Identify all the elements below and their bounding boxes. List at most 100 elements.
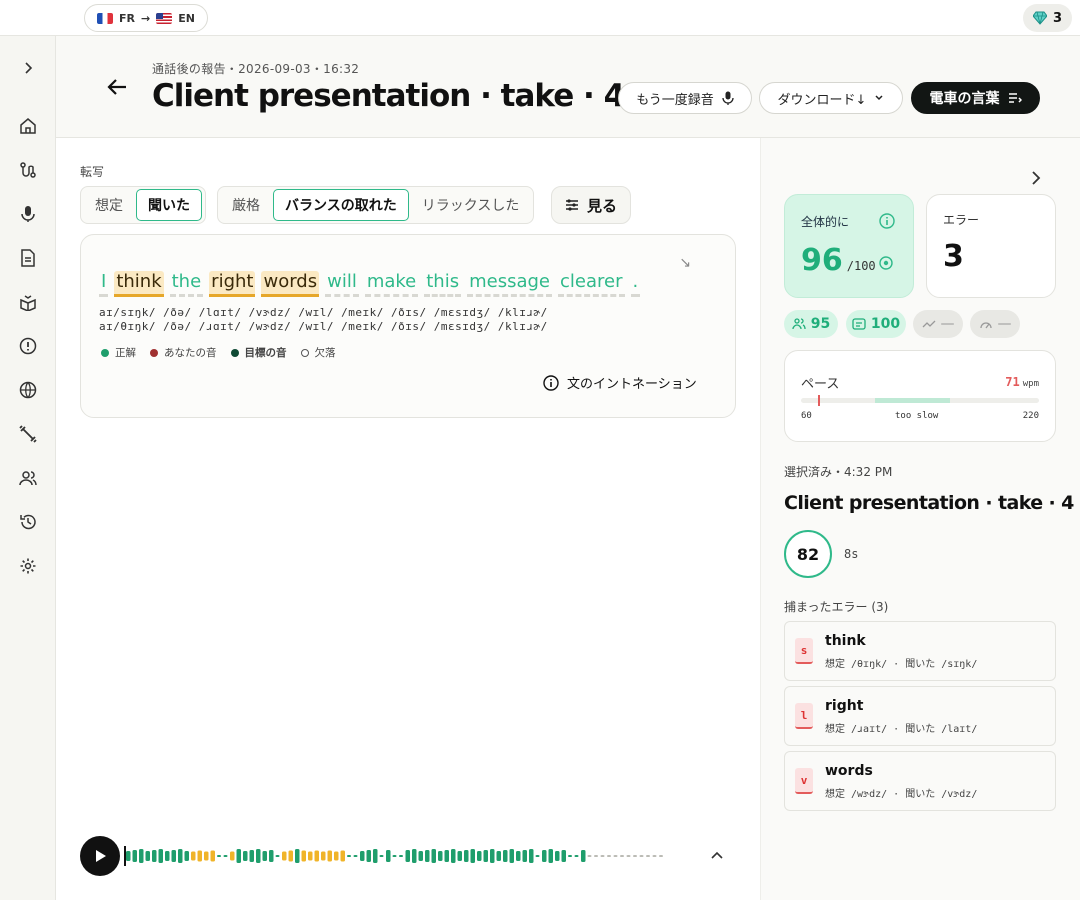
toggle-heard[interactable]: 聞いた bbox=[136, 189, 202, 221]
word-think[interactable]: think bbox=[114, 271, 164, 297]
language-pair-selector[interactable]: FR → EN bbox=[84, 4, 208, 32]
word-make[interactable]: make bbox=[364, 271, 419, 297]
history-icon[interactable] bbox=[16, 510, 40, 534]
back-arrow-icon[interactable] bbox=[106, 76, 128, 102]
error-item[interactable]: v words 想定 /wɝdz/ · 聞いた /vɝdz/ bbox=[784, 751, 1056, 811]
waveform-bar bbox=[269, 850, 274, 862]
toggle-balanced[interactable]: バランスの取れた bbox=[273, 189, 409, 221]
rerecord-button[interactable]: もう一度録音 bbox=[618, 82, 752, 114]
waveform-bar bbox=[256, 849, 261, 863]
alert-icon[interactable] bbox=[16, 334, 40, 358]
play-button[interactable] bbox=[80, 836, 120, 876]
waveform-bar bbox=[399, 855, 403, 857]
error-badge: l bbox=[795, 703, 813, 729]
microphone-icon bbox=[722, 91, 734, 105]
waveform[interactable] bbox=[124, 842, 704, 870]
fluency-chip[interactable]: 95 bbox=[784, 310, 838, 338]
france-flag-icon bbox=[97, 12, 113, 24]
waveform-bar bbox=[288, 850, 293, 862]
pace-marker bbox=[817, 395, 820, 406]
waveform-bar bbox=[217, 855, 221, 857]
gem-icon bbox=[1032, 11, 1047, 25]
fluency-value: 95 bbox=[810, 316, 831, 332]
waveform-bar bbox=[132, 850, 137, 862]
waveform-bar bbox=[620, 855, 624, 857]
expand-sidebar-icon[interactable] bbox=[16, 56, 40, 80]
intonation-button[interactable]: 文のイントネーション bbox=[543, 373, 697, 392]
waveform-bar bbox=[139, 849, 144, 863]
microphone-icon[interactable] bbox=[16, 202, 40, 226]
target-icon bbox=[879, 255, 893, 274]
book-icon[interactable] bbox=[16, 290, 40, 314]
word-words[interactable]: words bbox=[261, 271, 320, 297]
session-subtitle: 通話後の報告・2026-09-03・16:32 bbox=[152, 62, 360, 76]
globe-icon[interactable] bbox=[16, 378, 40, 402]
waveform-bar bbox=[574, 855, 579, 857]
toggle-expected[interactable]: 想定 bbox=[84, 189, 134, 221]
toggle-relaxed[interactable]: リラックスした bbox=[411, 189, 531, 221]
selection-score-badge: 82 bbox=[784, 530, 832, 578]
users-icon[interactable] bbox=[16, 466, 40, 490]
transcript-card: ↘ I think the right words will make this… bbox=[80, 234, 736, 418]
word-will[interactable]: will bbox=[325, 271, 359, 297]
pace-track bbox=[801, 395, 1039, 406]
phrases-button[interactable]: 電車の言葉 bbox=[911, 82, 1040, 114]
waveform-bar bbox=[171, 850, 176, 862]
card-icon bbox=[852, 318, 866, 330]
word-i[interactable]: I bbox=[99, 271, 109, 297]
error-item[interactable]: l right 想定 /ɹaɪt/ · 聞いた /laɪt/ bbox=[784, 686, 1056, 746]
transcript-label: 転写 bbox=[80, 165, 105, 179]
error-word: think bbox=[825, 633, 866, 649]
waveform-bar bbox=[249, 850, 254, 862]
chevron-right-icon[interactable] bbox=[1029, 170, 1043, 190]
waveform-bar bbox=[152, 850, 157, 862]
sidebar bbox=[0, 36, 56, 900]
accuracy-value: 100 bbox=[870, 316, 901, 332]
speed-chip[interactable]: — bbox=[970, 310, 1020, 338]
waveform-bar bbox=[321, 851, 326, 861]
waveform-bar bbox=[626, 855, 631, 857]
error-word: right bbox=[825, 698, 864, 714]
overall-score-card[interactable]: 全体的に 96 /100 bbox=[784, 194, 914, 298]
accuracy-chip[interactable]: 100 bbox=[846, 310, 906, 338]
word-the[interactable]: the bbox=[169, 271, 204, 297]
gems-counter[interactable]: 3 bbox=[1022, 4, 1072, 32]
intonation-chip[interactable]: — bbox=[913, 310, 963, 338]
waveform-bar bbox=[184, 851, 189, 861]
phrases-label: 電車の言葉 bbox=[929, 91, 1000, 107]
legend-missing: 欠落 bbox=[300, 345, 336, 360]
view-options-button[interactable]: 見る bbox=[551, 186, 631, 224]
waveform-bar bbox=[301, 850, 306, 862]
errors-title: 捕まったエラー (3) bbox=[784, 600, 889, 614]
chevron-down-icon bbox=[875, 95, 883, 101]
waveform-bar bbox=[314, 850, 319, 862]
view-options-label: 見る bbox=[586, 196, 617, 215]
word-clearer[interactable]: clearer bbox=[558, 271, 625, 297]
chevron-up-icon[interactable] bbox=[710, 848, 724, 867]
home-icon[interactable] bbox=[16, 114, 40, 138]
collapse-arrow-icon[interactable]: ↘ bbox=[679, 255, 691, 271]
error-item[interactable]: s think 想定 /θɪŋk/ · 聞いた /sɪŋk/ bbox=[784, 621, 1056, 681]
waveform-bar bbox=[529, 849, 534, 863]
word-right[interactable]: right bbox=[209, 271, 256, 297]
pace-min: 60 bbox=[801, 411, 812, 421]
info-icon[interactable] bbox=[879, 213, 895, 233]
word-this[interactable]: this bbox=[424, 271, 462, 297]
waveform-bar bbox=[197, 850, 202, 862]
download-button[interactable]: ダウンロード↓ bbox=[759, 82, 903, 114]
legend-your-sound: あなたの音 bbox=[150, 345, 217, 360]
toggle-strict[interactable]: 厳格 bbox=[221, 189, 271, 221]
document-icon[interactable] bbox=[16, 246, 40, 270]
waveform-bar bbox=[308, 851, 313, 861]
errors-card[interactable]: エラー 3 bbox=[926, 194, 1056, 298]
route-icon[interactable] bbox=[16, 158, 40, 182]
overall-max: /100 bbox=[846, 259, 876, 273]
settings-gear-icon[interactable] bbox=[16, 554, 40, 578]
waveform-bar bbox=[503, 850, 508, 862]
dumbbell-icon[interactable] bbox=[16, 422, 40, 446]
intonation-value: — bbox=[940, 316, 955, 332]
waveform-bar bbox=[340, 850, 345, 862]
word-message[interactable]: message bbox=[467, 271, 553, 297]
playhead[interactable] bbox=[124, 846, 126, 866]
word-period[interactable]: . bbox=[630, 271, 641, 297]
